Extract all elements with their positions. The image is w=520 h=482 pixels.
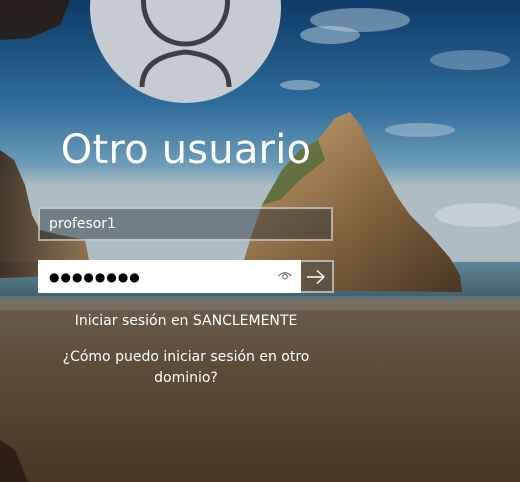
username-field[interactable]: profesor1 [38, 207, 333, 241]
arrow-right-icon [307, 269, 326, 285]
submit-button[interactable] [301, 260, 334, 293]
account-display-name: Otro usuario [60, 127, 312, 173]
user-silhouette-icon [139, 0, 232, 88]
eye-icon [278, 272, 292, 280]
other-domain-link[interactable]: ¿Cómo puedo iniciar sesión en otro domin… [56, 347, 316, 389]
password-row: ●●●●●●●● [38, 260, 334, 293]
user-avatar [90, 0, 281, 103]
password-field[interactable]: ●●●●●●●● [38, 260, 301, 293]
sign-in-domain-label: Iniciar sesión en SANCLEMENTE [74, 313, 298, 329]
reveal-password-button[interactable] [277, 268, 293, 284]
password-mask: ●●●●●●●● [49, 270, 141, 284]
